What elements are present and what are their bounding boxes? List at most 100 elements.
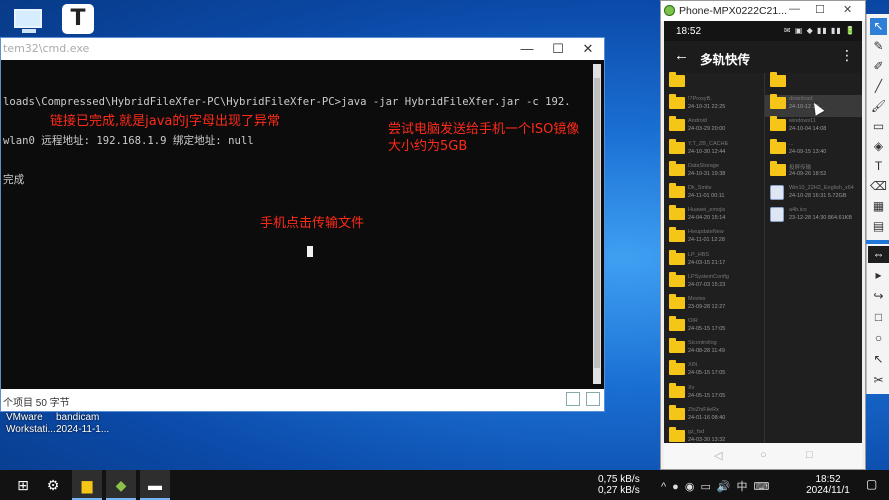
scroll-thumb[interactable]: [594, 78, 600, 368]
folder-item[interactable]: Dk_Smile 24-11-01 00:11: [664, 182, 762, 206]
folder-icon: [669, 271, 685, 287]
file-item[interactable]: a4b.ico 23-12-28 14:30 864.61KB: [765, 206, 862, 228]
marker-icon[interactable]: ✐: [870, 58, 887, 75]
item-name: HwupdateNew: [688, 229, 724, 236]
shapes-icon[interactable]: ◈: [870, 138, 887, 155]
circle-tool-icon[interactable]: ○: [870, 330, 887, 347]
folder-item[interactable]: LP_HBS 24-03-15 21:17: [664, 249, 762, 273]
back-arrow-icon[interactable]: ←: [674, 47, 689, 64]
eraser-icon[interactable]: ⌫: [870, 178, 887, 195]
folder-item[interactable]: Sicontrollog 24-08-28 11:49: [664, 338, 762, 361]
tray-icon[interactable]: ^: [661, 481, 666, 493]
tray-icon[interactable]: ●: [672, 481, 679, 493]
close-button[interactable]: ✕: [843, 3, 852, 16]
folder-icon: [770, 94, 786, 110]
text-cursor: [307, 246, 313, 257]
folder-item[interactable]: ... 24-09-15 13:40: [765, 138, 862, 162]
this-pc-icon[interactable]: [8, 5, 52, 39]
folder-item[interactable]: DataStorage 24-10-31 19:38: [664, 160, 762, 184]
folder-icon: [669, 249, 685, 265]
folder-item[interactable]: OIR 24-05-15 17:05: [664, 316, 762, 339]
item-name: OIR: [688, 318, 698, 325]
curve-tool-icon[interactable]: ↪: [870, 288, 887, 305]
item-date: 24-10-04 14:08: [789, 126, 827, 133]
minimize-button[interactable]: —: [789, 3, 800, 15]
vmware-desktop-label[interactable]: VMware Workstati...: [6, 412, 56, 436]
nav-recent-icon[interactable]: □: [806, 449, 813, 461]
settings-icon[interactable]: ⚙: [38, 470, 68, 500]
tray-icon[interactable]: 中: [737, 481, 748, 493]
folder-icon: [669, 293, 685, 309]
folder-item[interactable]: Y.T_ZB_CACHE 24-10-30 12:44: [664, 138, 762, 162]
file-item[interactable]: Win10_22H2_English_x64 24-10-28 16:31 5.7…: [765, 184, 862, 206]
details-view-icon[interactable]: [566, 392, 581, 406]
tray-icon[interactable]: ◉: [685, 481, 695, 493]
app-bar: ← 多轨快传 ⋮: [664, 41, 862, 73]
maximize-button[interactable]: ☐: [815, 3, 825, 16]
item-name: Win10_22H2_English_x64: [789, 184, 854, 191]
folder-item[interactable]: !7ProxyB. 24-10-31 22:25: [664, 94, 762, 117]
folder-item[interactable]: ZhiZhiFileRx 24-01-16 08:40: [664, 404, 762, 428]
folder-item[interactable]: [664, 72, 762, 95]
item-date: 24-10-31 19:38: [688, 170, 726, 177]
folder-item[interactable]: Huawei_emojis 24-04-20 15:14: [664, 205, 762, 228]
phone-screen[interactable]: 18:52 ✉ ▣ ◆ ▮▮ ▮▮ 🔋 ← 多轨快传 ⋮ !7ProxyB. 24…: [664, 21, 862, 443]
tray-icon[interactable]: ▭: [700, 481, 710, 493]
pointer-icon[interactable]: ↖: [870, 18, 887, 35]
bandicam-desktop-label[interactable]: bandicam 2024-11-1...: [56, 412, 109, 436]
status-text: 个项目 50 字节: [3, 398, 70, 409]
folder-icon: [669, 404, 685, 420]
item-name: Xv: [688, 384, 695, 391]
folder-item[interactable]: windows11 24-10-04 14:08: [765, 116, 862, 139]
folder-item[interactable]: XIN 24-05-15 17:05: [664, 360, 762, 383]
text-tool-icon[interactable]: T: [870, 158, 887, 175]
folder-icon: [669, 116, 685, 132]
terminal-icon[interactable]: ▬: [140, 470, 170, 500]
start-button[interactable]: ⊞: [8, 470, 38, 500]
large-icons-view-icon[interactable]: [586, 392, 600, 406]
item-name: XIN: [688, 362, 698, 369]
expand-icon[interactable]: ⇔: [868, 246, 889, 263]
tray-icon[interactable]: ⌨: [754, 481, 770, 493]
folder-item[interactable]: 投屏传输 24-09-26 18:52: [765, 160, 862, 184]
folder-item[interactable]: gz_fsd 24-03-30 13:32: [664, 427, 762, 443]
minimize-button[interactable]: —: [514, 38, 540, 60]
scissors-icon[interactable]: ✂: [870, 372, 887, 389]
folder-item[interactable]: Xv 24-05-15 17:05: [664, 382, 762, 406]
line-icon[interactable]: ╱: [870, 78, 887, 95]
folder-item[interactable]: HwupdateNew 24-11-01 12:28: [664, 227, 762, 250]
cmd-title-bar[interactable]: tem32\cmd.exe — ☐ ✕: [1, 38, 604, 60]
notification-icon[interactable]: ▢: [866, 477, 877, 491]
square-tool-icon[interactable]: □: [870, 309, 887, 326]
mosaic-icon[interactable]: ▦: [870, 198, 887, 215]
phone-title-bar[interactable]: Phone-MPX0222C21... — ☐ ✕: [661, 1, 865, 21]
phone-mirror-window[interactable]: Phone-MPX0222C21... — ☐ ✕ 18:52 ✉ ▣ ◆ ▮▮…: [660, 0, 866, 470]
clear-icon[interactable]: ▤: [870, 218, 887, 235]
close-button[interactable]: ✕: [575, 38, 601, 60]
item-name: Sicontrollog: [688, 340, 717, 347]
folder-item[interactable]: Movies 23-09-28 12:27: [664, 293, 762, 317]
item-name: Dk_Smile: [688, 184, 712, 191]
phone-title: Phone-MPX0222C21...: [679, 5, 787, 17]
arrow-right-icon[interactable]: ▸: [870, 267, 887, 284]
file-explorer-icon[interactable]: ▆: [72, 470, 102, 500]
item-date: 24-05-15 17:05: [688, 326, 726, 333]
cmd-scrollbar[interactable]: [570, 60, 604, 390]
pen-icon[interactable]: ✎: [870, 38, 887, 55]
folder-item[interactable]: LPSystemConfig 24-07-03 15:23: [664, 271, 762, 295]
clock-time: 18:52: [815, 474, 841, 485]
tray-icon[interactable]: 🔊: [717, 481, 731, 493]
maximize-button[interactable]: ☐: [545, 38, 571, 60]
folder-item[interactable]: Android 24-03-29 20:00: [664, 116, 762, 139]
nav-back-icon[interactable]: ◁: [714, 449, 722, 462]
folder-item[interactable]: [765, 72, 862, 95]
nav-home-icon[interactable]: ○: [760, 449, 767, 461]
clock[interactable]: 18:52 2024/11/1: [801, 474, 855, 496]
cursor-tool-icon[interactable]: ↖: [870, 351, 887, 368]
brush-icon[interactable]: 🖌: [870, 98, 887, 115]
more-options-icon[interactable]: ⋮: [840, 47, 854, 64]
rectangle-icon[interactable]: ▭: [870, 118, 887, 135]
android-icon[interactable]: ◆: [106, 470, 136, 500]
folder-icon: [770, 138, 786, 154]
typora-icon[interactable]: T: [62, 4, 94, 34]
